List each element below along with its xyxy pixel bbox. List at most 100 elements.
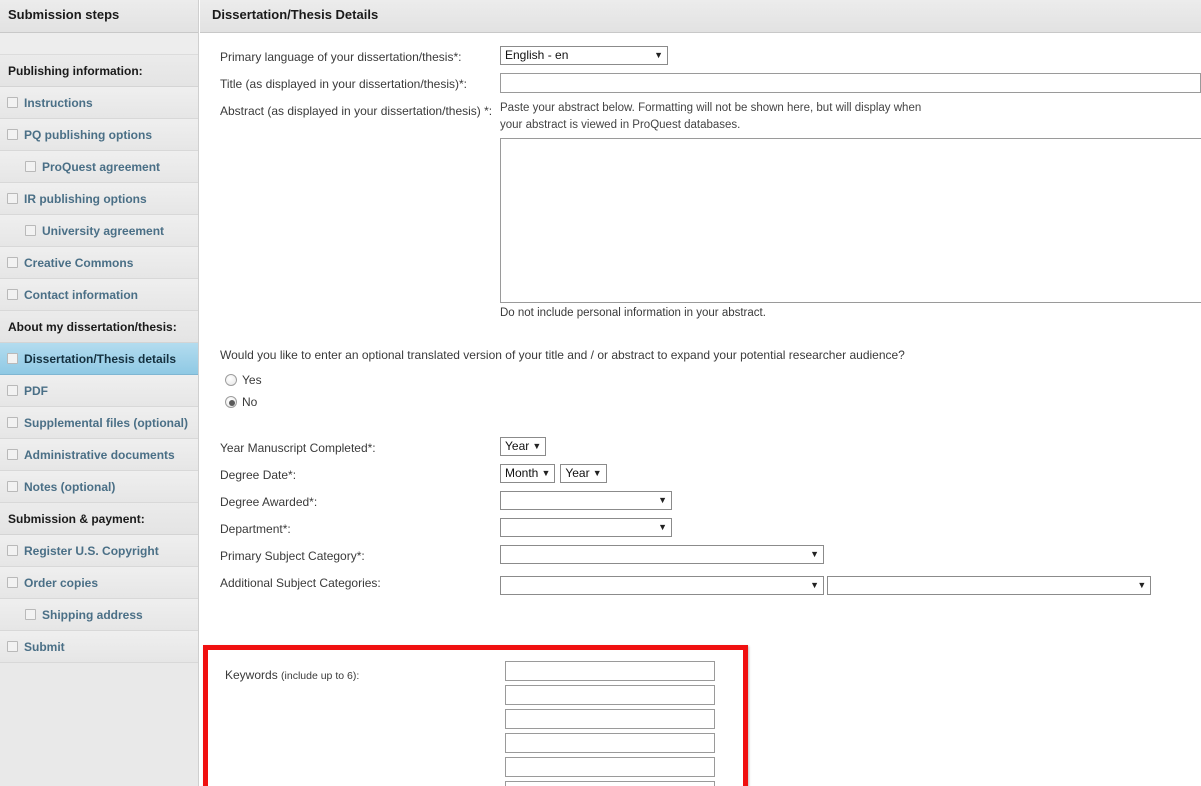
- sidebar-item-pq-publishing-options[interactable]: PQ publishing options: [0, 119, 198, 151]
- page-root: Submission steps Publishing information:…: [0, 0, 1201, 786]
- checkbox-icon: [7, 129, 18, 140]
- chevron-down-icon: ▼: [592, 468, 602, 478]
- keywords-label-hint: (include up to 6):: [281, 670, 360, 682]
- chevron-down-icon: ▼: [658, 495, 667, 505]
- checkbox-icon: [7, 545, 18, 556]
- sidebar-item-label: University agreement: [42, 224, 165, 238]
- additional-subjects-label: Additional Subject Categories:: [220, 576, 381, 590]
- checkbox-icon: [25, 161, 36, 172]
- primary-subject-select[interactable]: ▼: [500, 545, 824, 564]
- keyword-input-5[interactable]: [505, 757, 715, 777]
- translated-radio-group: Yes No: [220, 371, 1201, 411]
- sidebar-item-submit[interactable]: Submit: [0, 631, 198, 663]
- sidebar-item-label: Order copies: [24, 576, 99, 590]
- sidebar-item-label: ProQuest agreement: [42, 160, 161, 174]
- degree-date-month-value: Month: [505, 466, 539, 480]
- radio-option-yes[interactable]: Yes: [225, 371, 1201, 389]
- sidebar-item-label: Supplemental files (optional): [24, 416, 189, 430]
- department-select[interactable]: ▼: [500, 518, 672, 537]
- checkbox-icon: [7, 97, 18, 108]
- field-title: Title (as displayed in your dissertation…: [220, 73, 1201, 96]
- primary-subject-label: Primary Subject Category*:: [220, 549, 365, 563]
- primary-language-label: Primary language of your dissertation/th…: [220, 50, 462, 64]
- abstract-help-line-2: your abstract is viewed in ProQuest data…: [500, 119, 741, 131]
- sidebar-item-shipping-address[interactable]: Shipping address: [0, 599, 198, 631]
- keyword-input-3[interactable]: [505, 709, 715, 729]
- sidebar-item-label: Contact information: [24, 288, 138, 302]
- sidebar-item-proquest-agreement[interactable]: ProQuest agreement: [0, 151, 198, 183]
- sidebar-item-contact-information[interactable]: Contact information: [0, 279, 198, 311]
- primary-language-select[interactable]: English - en ▼: [500, 46, 668, 65]
- sidebar-item-label: PDF: [24, 384, 48, 398]
- year-manuscript-select[interactable]: Year ▼: [500, 437, 547, 456]
- degree-date-year-value: Year: [565, 466, 590, 480]
- keyword-input-1[interactable]: [505, 661, 715, 681]
- keyword-input-6[interactable]: [505, 781, 715, 786]
- sidebar-item-supplemental-files[interactable]: Supplemental files (optional): [0, 407, 198, 439]
- degree-date-label: Degree Date*:: [220, 468, 297, 482]
- main-content: Dissertation/Thesis Details Primary lang…: [200, 0, 1201, 786]
- checkbox-icon: [7, 385, 18, 396]
- sidebar-item-instructions[interactable]: Instructions: [0, 87, 198, 119]
- sidebar-item-label: IR publishing options: [24, 192, 147, 206]
- year-manuscript-value: Year: [505, 439, 530, 453]
- abstract-textarea[interactable]: [500, 138, 1201, 303]
- radio-no-label: No: [242, 395, 258, 409]
- chevron-down-icon: ▼: [810, 580, 819, 590]
- sidebar-item-dissertation-thesis-details[interactable]: Dissertation/Thesis details: [0, 343, 198, 375]
- field-abstract: Abstract (as displayed in your dissertat…: [220, 100, 1201, 319]
- sidebar-group-about-my-dissertation: About my dissertation/thesis:: [0, 311, 198, 343]
- sidebar-item-creative-commons[interactable]: Creative Commons: [0, 247, 198, 279]
- chevron-down-icon: ▼: [810, 549, 819, 559]
- sidebar-item-label: PQ publishing options: [24, 128, 152, 142]
- checkbox-icon: [7, 417, 18, 428]
- field-additional-subject-categories: Additional Subject Categories: ▼ ▼: [220, 572, 1201, 598]
- checkbox-icon: [25, 225, 36, 236]
- sidebar-spacer: [0, 33, 198, 55]
- checkbox-icon: [7, 449, 18, 460]
- sidebar-item-label: Shipping address: [42, 608, 143, 622]
- keywords-inputs: [505, 661, 715, 786]
- sidebar-item-university-agreement[interactable]: University agreement: [0, 215, 198, 247]
- sidebar-item-ir-publishing-options[interactable]: IR publishing options: [0, 183, 198, 215]
- abstract-label: Abstract (as displayed in your dissertat…: [220, 104, 493, 118]
- chevron-down-icon: ▼: [1137, 580, 1147, 590]
- abstract-note: Do not include personal information in y…: [500, 307, 766, 319]
- radio-yes-icon[interactable]: [225, 374, 237, 386]
- checkbox-icon: [7, 257, 18, 268]
- year-manuscript-label: Year Manuscript Completed*:: [220, 441, 376, 455]
- additional-subject-select-1[interactable]: ▼: [500, 576, 824, 595]
- sidebar-group-submission-payment: Submission & payment:: [0, 503, 198, 535]
- sidebar-item-label: Dissertation/Thesis details: [24, 352, 177, 366]
- department-label: Department*:: [220, 522, 291, 536]
- sidebar-item-administrative-documents[interactable]: Administrative documents: [0, 439, 198, 471]
- chevron-down-icon: ▼: [654, 50, 663, 60]
- sidebar-item-label: Notes (optional): [24, 480, 116, 494]
- degree-awarded-select[interactable]: ▼: [500, 491, 672, 510]
- sidebar-item-pdf[interactable]: PDF: [0, 375, 198, 407]
- sidebar: Submission steps Publishing information:…: [0, 0, 199, 786]
- checkbox-icon: [7, 641, 18, 652]
- sidebar-item-register-us-copyright[interactable]: Register U.S. Copyright: [0, 535, 198, 567]
- degree-date-year-select[interactable]: Year ▼: [560, 464, 607, 483]
- degree-date-month-select[interactable]: Month ▼: [500, 464, 556, 483]
- title-input[interactable]: [500, 73, 1201, 93]
- primary-language-value: English - en: [505, 48, 569, 62]
- keywords-section-highlight: Keywords (include up to 6):: [203, 645, 748, 786]
- additional-subject-select-2[interactable]: ▼: [827, 576, 1152, 595]
- keyword-input-4[interactable]: [505, 733, 715, 753]
- radio-option-no[interactable]: No: [225, 393, 1201, 411]
- sidebar-item-label: Register U.S. Copyright: [24, 544, 159, 558]
- page-title: Dissertation/Thesis Details: [200, 0, 1201, 33]
- sidebar-item-order-copies[interactable]: Order copies: [0, 567, 198, 599]
- field-degree-date: Degree Date*: Month ▼ Year ▼: [220, 464, 1201, 487]
- sidebar-item-label: Instructions: [24, 96, 93, 110]
- sidebar-group-publishing-information: Publishing information:: [0, 55, 198, 87]
- chevron-down-icon: ▼: [541, 468, 551, 478]
- radio-no-icon[interactable]: [225, 396, 237, 408]
- checkbox-icon: [7, 289, 18, 300]
- sidebar-header: Submission steps: [0, 0, 198, 33]
- sidebar-item-notes[interactable]: Notes (optional): [0, 471, 198, 503]
- keyword-input-2[interactable]: [505, 685, 715, 705]
- title-label: Title (as displayed in your dissertation…: [220, 77, 467, 91]
